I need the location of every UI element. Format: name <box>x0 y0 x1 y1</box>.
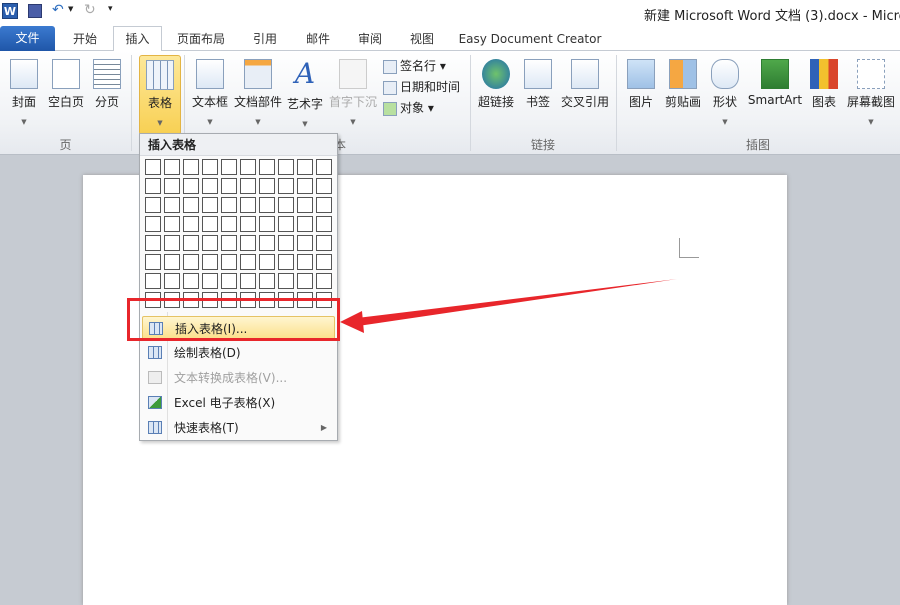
annotation-arrow <box>340 279 677 333</box>
